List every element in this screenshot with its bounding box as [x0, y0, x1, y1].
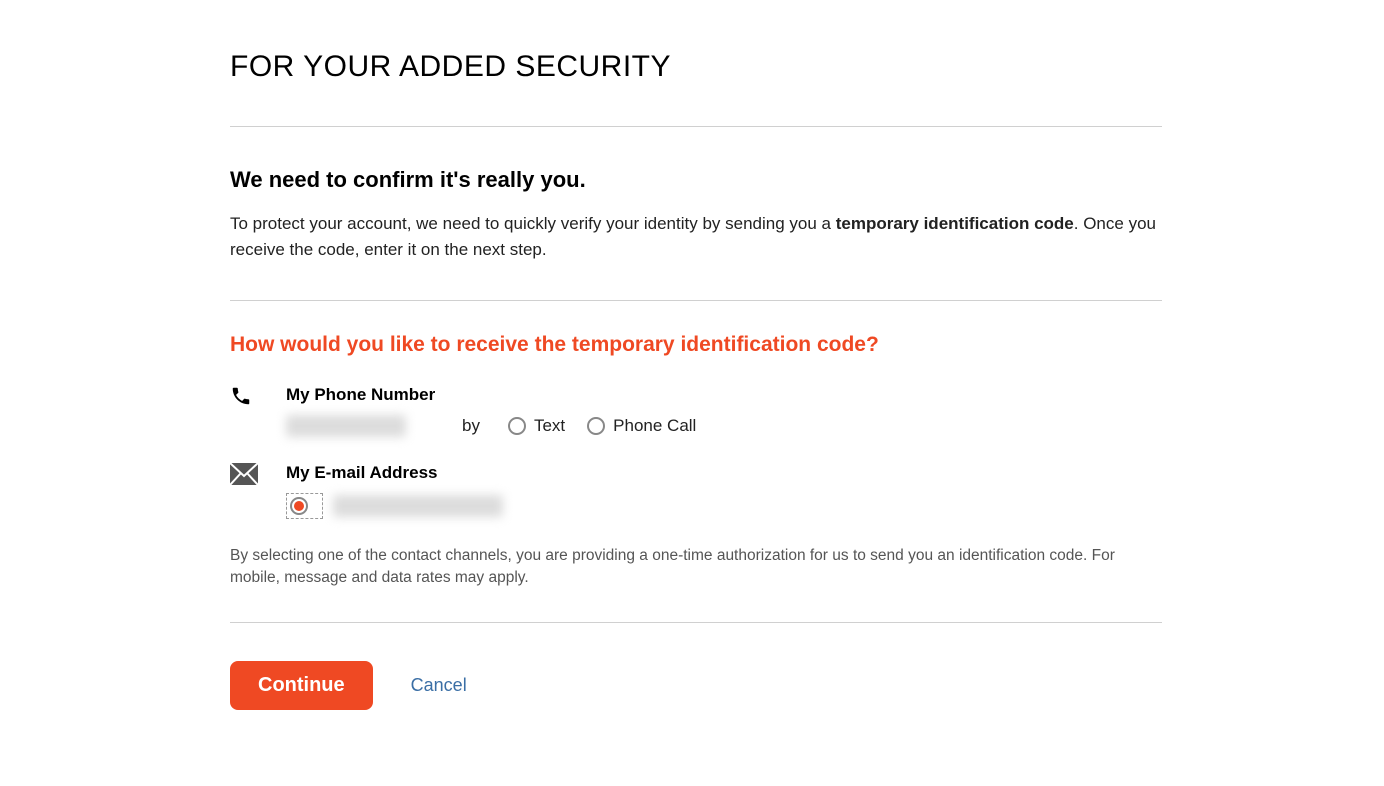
- phone-number-masked: [286, 415, 406, 437]
- confirm-subheading: We need to confirm it's really you.: [230, 167, 1162, 193]
- continue-button[interactable]: Continue: [230, 661, 373, 710]
- intro-bold: temporary identification code: [836, 214, 1074, 233]
- intro-text: To protect your account, we need to quic…: [230, 211, 1162, 262]
- radio-text-label: Text: [534, 416, 565, 436]
- disclaimer-text: By selecting one of the contact channels…: [230, 545, 1162, 590]
- radio-phone-call-label: Phone Call: [613, 416, 696, 436]
- phone-value-row: by Text Phone Call: [286, 415, 1162, 437]
- page-title: FOR YOUR ADDED SECURITY: [230, 50, 1162, 84]
- delivery-question: How would you like to receive the tempor…: [230, 333, 1162, 357]
- phone-icon: [230, 385, 252, 407]
- email-option-content: My E-mail Address: [286, 463, 1162, 519]
- email-icon-col: [230, 463, 286, 490]
- divider: [230, 126, 1162, 127]
- cancel-button[interactable]: Cancel: [411, 675, 467, 696]
- by-label: by: [462, 416, 480, 436]
- divider: [230, 300, 1162, 301]
- email-address-masked: [333, 495, 503, 517]
- phone-icon-col: [230, 385, 286, 412]
- action-row: Continue Cancel: [230, 661, 1162, 710]
- security-verification-panel: FOR YOUR ADDED SECURITY We need to confi…: [230, 50, 1162, 710]
- radio-text[interactable]: [508, 417, 526, 435]
- phone-option-label: My Phone Number: [286, 385, 1162, 405]
- email-radio-focus-wrap: [286, 493, 323, 519]
- email-value-row: [286, 493, 1162, 519]
- email-option-label: My E-mail Address: [286, 463, 1162, 483]
- intro-part1: To protect your account, we need to quic…: [230, 214, 836, 233]
- radio-email[interactable]: [290, 497, 308, 515]
- phone-option-content: My Phone Number by Text Phone Call: [286, 385, 1162, 437]
- envelope-icon: [230, 463, 258, 485]
- phone-option-row: My Phone Number by Text Phone Call: [230, 385, 1162, 437]
- divider: [230, 622, 1162, 623]
- email-option-row: My E-mail Address: [230, 463, 1162, 519]
- radio-phone-call[interactable]: [587, 417, 605, 435]
